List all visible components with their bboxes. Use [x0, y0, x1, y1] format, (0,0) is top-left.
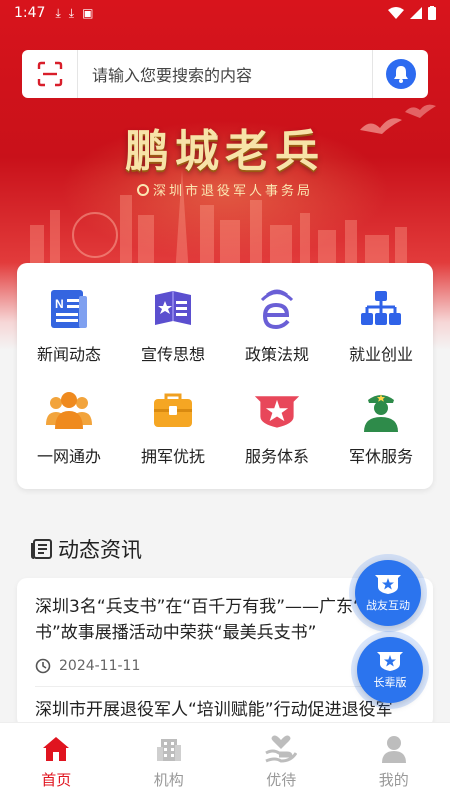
notification-button[interactable] [372, 50, 428, 98]
building-icon [156, 739, 181, 761]
fab-label: 长辈版 [373, 676, 407, 689]
grid-item-one-stop[interactable]: 一网通办 [17, 379, 121, 481]
grid-label: 拥军优抚 [140, 447, 205, 466]
star-badge-icon [375, 575, 401, 594]
news-section-title: 动态资讯 [30, 534, 142, 564]
emblem-icon [136, 184, 149, 196]
grid-label: 一网通办 [36, 447, 101, 466]
scan-icon [37, 61, 62, 87]
tab-label: 优待 [266, 771, 297, 789]
grid-label: 军休服务 [348, 447, 413, 466]
newspaper-outline-icon [31, 539, 52, 559]
grid-label: 就业创业 [348, 345, 413, 364]
banner-subtitle: 深圳市退役军人事务局 [0, 180, 450, 199]
status-time: 1:47 [14, 5, 46, 21]
doves-graphic [360, 104, 436, 134]
tab-organization[interactable]: 机构 [113, 723, 226, 800]
e-policy-icon [253, 285, 301, 333]
status-bar: 1:47 ⤓ ⤓ ▣ [0, 0, 450, 26]
bottom-tab-bar: 首页 机构 优待 我的 [0, 722, 450, 800]
elder-mode-button[interactable]: 长辈版 [357, 637, 423, 703]
grid-item-propaganda[interactable]: 宣传思想 [121, 277, 225, 379]
grid-item-employment[interactable]: 就业创业 [329, 277, 433, 379]
tab-label: 我的 [378, 771, 409, 789]
section-title-text: 动态资讯 [58, 538, 142, 562]
grid-item-retired-service[interactable]: 军休服务 [329, 379, 433, 481]
app-notification-icon: ▣ [82, 5, 94, 20]
fab-label: 战友互动 [366, 599, 410, 612]
signal-icon [410, 7, 422, 19]
grid-item-news[interactable]: N 新闻动态 [17, 277, 121, 379]
grid-label: 政策法规 [244, 345, 309, 364]
book-star-icon [149, 285, 197, 333]
star-badge-icon [377, 652, 403, 671]
grid-item-support[interactable]: 拥军优抚 [121, 379, 225, 481]
battery-icon [428, 6, 436, 20]
function-grid: N 新闻动态 宣传思想 政策法规 就业创业 一网通办 拥军优抚 服务体系 军休服… [17, 263, 433, 489]
search-input[interactable]: 请输入您要搜索的内容 [78, 62, 372, 86]
heart-hand-icon [265, 735, 298, 763]
comrade-interaction-button[interactable]: 战友互动 [355, 560, 421, 626]
bell-icon [385, 59, 416, 89]
soldier-icon [357, 387, 405, 435]
news-headline: 深圳市开展退役军人“培训赋能”行动促进退役军 [35, 700, 393, 720]
tab-label: 机构 [153, 771, 184, 789]
people-group-icon [45, 387, 93, 435]
system-icons [388, 6, 436, 20]
toolbox-icon [149, 387, 197, 435]
home-icon [43, 737, 70, 761]
tab-label: 首页 [41, 771, 72, 789]
tab-benefits[interactable]: 优待 [225, 723, 338, 800]
svg-text:N: N [55, 297, 64, 311]
grid-label: 服务体系 [244, 447, 309, 466]
download-icon: ⤓ [55, 5, 61, 20]
wifi-icon [388, 7, 404, 19]
banner-subtitle-text: 深圳市退役军人事务局 [152, 184, 313, 199]
newspaper-icon: N [45, 285, 93, 333]
search-bar[interactable]: 请输入您要搜索的内容 [22, 50, 428, 98]
tab-mine[interactable]: 我的 [338, 723, 450, 800]
grid-item-policy[interactable]: 政策法规 [225, 277, 329, 379]
grid-label: 宣传思想 [140, 345, 205, 364]
grid-item-service-system[interactable]: 服务体系 [225, 379, 329, 481]
news-date-text: 2024-11-11 [59, 658, 141, 674]
tab-home[interactable]: 首页 [0, 723, 113, 800]
star-badge-icon [253, 387, 301, 435]
clock-icon [35, 658, 51, 674]
scan-button[interactable] [22, 50, 78, 98]
grid-label: 新闻动态 [36, 345, 101, 364]
download-icon: ⤓ [68, 5, 75, 20]
user-icon [381, 736, 406, 763]
org-chart-icon [357, 285, 405, 333]
notification-icons: ⤓ ⤓ ▣ [55, 6, 93, 21]
